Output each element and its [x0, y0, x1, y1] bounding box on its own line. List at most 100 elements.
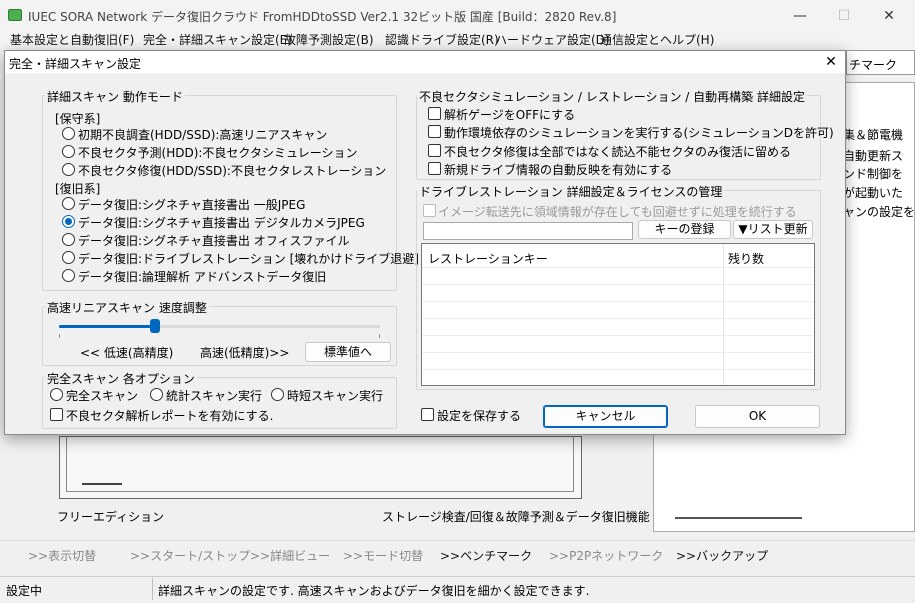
- radio-label[interactable]: データ復旧:論理解析 アドバンストデータ復旧: [78, 268, 326, 285]
- speed-slider-thumb[interactable]: [150, 319, 161, 333]
- function-label: ストレージ検査/回復＆故障予測＆データ復旧機能: [382, 510, 650, 524]
- speed-slider-fill: [59, 325, 156, 328]
- slider-tick: [379, 334, 380, 338]
- ok-button[interactable]: OK: [695, 405, 820, 428]
- edition-label: フリーエディション: [57, 510, 165, 524]
- slider-tick: [59, 334, 60, 338]
- simulation-group-title: 不良セクタシミュレーション / レストレーション / 自動再構築 詳細設定: [417, 88, 807, 105]
- menu-network-help[interactable]: 通信設定とヘルプ(H): [600, 31, 714, 48]
- menu-bar: 基本設定と自動復旧(F) 完全・詳細スキャン設定(E) 故障予測設定(B) 認識…: [0, 30, 915, 50]
- column-divider: [723, 244, 724, 385]
- nav-backup[interactable]: >>バックアップ: [676, 547, 768, 564]
- app-logo-icon: [8, 9, 22, 21]
- checkbox-label[interactable]: 不良セクタ修復は全部ではなく読込不能セクタのみ復活に留める: [444, 143, 791, 160]
- table-row-divider: [422, 352, 814, 353]
- radio-label[interactable]: 時短スキャン実行: [287, 387, 383, 404]
- speed-slow-label: << 低速(高精度): [80, 346, 174, 360]
- full-scan-group-title: 完全スキャン 各オプション: [45, 370, 197, 387]
- gauge-off-checkbox[interactable]: [428, 107, 441, 120]
- maximize-button[interactable]: ☐: [832, 6, 856, 26]
- radio-quick-scan[interactable]: [271, 388, 284, 401]
- speed-group-title: 高速リニアスキャン 速度調整: [45, 299, 209, 316]
- nav-display-toggle[interactable]: >>表示切替: [28, 547, 96, 564]
- checkbox-label[interactable]: 不良セクタ解析レポートを有効にする.: [66, 407, 273, 424]
- radio-recover-camera-jpeg[interactable]: [62, 215, 75, 228]
- cancel-button[interactable]: キャンセル: [543, 405, 668, 428]
- radio-bad-sector-repair[interactable]: [62, 163, 75, 176]
- window-close-button[interactable]: ✕: [877, 6, 901, 26]
- menu-scan-settings[interactable]: 完全・詳細スキャン設定(E): [143, 31, 292, 48]
- env-simulation-checkbox[interactable]: [428, 125, 441, 138]
- menu-hardware-settings[interactable]: ハードウェア設定(D): [495, 31, 610, 48]
- maintenance-heading: [保守系]: [55, 112, 101, 126]
- radio-statistical-scan[interactable]: [150, 388, 163, 401]
- license-key-input[interactable]: [423, 222, 633, 240]
- radio-recover-office-files[interactable]: [62, 233, 75, 246]
- drive-graph-frame: [66, 436, 574, 492]
- table-row-divider: [422, 267, 814, 268]
- background-info-line: ャンの設定を: [843, 205, 915, 219]
- save-settings-checkbox[interactable]: [421, 408, 434, 421]
- scan-mode-group-title: 詳細スキャン 動作モード: [45, 88, 185, 105]
- radio-label[interactable]: 統計スキャン実行: [166, 387, 262, 404]
- status-message: 詳細スキャンの設定です. 高速スキャンおよびデータ復旧を細かく設定できます.: [158, 584, 590, 598]
- radio-bad-sector-prediction[interactable]: [62, 145, 75, 158]
- app-title: IUEC SORA Network データ復旧クラウド FromHDDtoSSD…: [28, 10, 617, 24]
- radio-drive-restoration[interactable]: [62, 251, 75, 264]
- menu-basic-settings[interactable]: 基本設定と自動復旧(F): [10, 31, 134, 48]
- dialog-title: 完全・詳細スキャン設定: [9, 57, 142, 71]
- table-row-divider: [422, 369, 814, 370]
- background-info-line: 集＆節電機: [843, 128, 904, 142]
- background-info-line: ンド制御を: [843, 167, 904, 181]
- bad-sector-report-checkbox[interactable]: [50, 408, 63, 421]
- radio-label[interactable]: 初期不良調査(HDD/SSD):高速リニアスキャン: [78, 126, 327, 143]
- unreadable-only-checkbox[interactable]: [428, 144, 441, 157]
- radio-initial-defect-scan[interactable]: [62, 127, 75, 140]
- graph-marker: [82, 483, 122, 485]
- table-row-divider: [422, 301, 814, 302]
- nav-benchmark[interactable]: >>ベンチマーク: [440, 547, 532, 564]
- nav-mode-toggle[interactable]: >>モード切替: [343, 547, 423, 564]
- checkbox-label[interactable]: 解析ゲージをOFFにする: [444, 106, 575, 123]
- table-row-divider: [422, 284, 814, 285]
- nav-p2p-network[interactable]: >>P2Pネットワーク: [549, 547, 663, 564]
- background-info-line: 自動更新ス: [843, 149, 904, 163]
- menu-drive-settings[interactable]: 認識ドライブ設定(R): [385, 31, 499, 48]
- status-divider: [152, 578, 153, 600]
- radio-full-scan[interactable]: [50, 388, 63, 401]
- checkbox-label[interactable]: 設定を保存する: [437, 407, 521, 424]
- recovery-heading: [復旧系]: [55, 182, 101, 196]
- radio-logical-analysis[interactable]: [62, 269, 75, 282]
- checkbox-label[interactable]: 動作環境依存のシミュレーションを実行する(シミュレーションDを許可): [444, 124, 834, 141]
- column-header-key[interactable]: レストレーションキー: [428, 250, 548, 267]
- license-group-title: ドライブレストレーション 詳細設定＆ライセンスの管理: [417, 183, 725, 200]
- status-state: 設定中: [6, 584, 43, 598]
- radio-label[interactable]: データ復旧:ドライブレストレーション [壊れかけドライブ退避]: [78, 250, 419, 267]
- background-info-line: が起動いた: [843, 186, 904, 200]
- minimize-button[interactable]: —: [788, 6, 812, 26]
- radio-label[interactable]: 完全スキャン: [66, 387, 138, 404]
- nav-start-stop[interactable]: >>スタート/ストップ: [130, 547, 250, 564]
- default-speed-button[interactable]: 標準値へ: [305, 342, 391, 362]
- radio-recover-general-jpeg[interactable]: [62, 197, 75, 210]
- table-row-divider: [422, 335, 814, 336]
- continue-transfer-checkbox[interactable]: [423, 204, 436, 217]
- refresh-list-button[interactable]: ▼リスト更新: [733, 220, 813, 239]
- dialog-close-button[interactable]: ✕: [822, 53, 840, 71]
- radio-label[interactable]: データ復旧:シグネチャ直接書出 一般JPEG: [78, 196, 305, 213]
- menu-failure-prediction[interactable]: 故障予測設定(B): [284, 31, 374, 48]
- radio-label[interactable]: 不良セクタ修復(HDD/SSD):不良セクタレストレーション: [78, 162, 386, 179]
- column-header-remaining[interactable]: 残り数: [728, 250, 764, 267]
- register-key-button[interactable]: キーの登録: [638, 220, 731, 239]
- table-row-divider: [422, 318, 814, 319]
- radio-label[interactable]: データ復旧:シグネチャ直接書出 オフィスファイル: [78, 232, 350, 249]
- checkbox-label: イメージ転送先に領域情報が存在しても回避せずに処理を続行する: [438, 205, 797, 219]
- nav-detail-view[interactable]: >>詳細ビュー: [250, 547, 330, 564]
- radio-label[interactable]: データ復旧:シグネチャ直接書出 デジタルカメラJPEG: [78, 214, 365, 231]
- radio-label[interactable]: 不良セクタ予測(HDD):不良セクタシミュレーション: [78, 144, 357, 161]
- background-tab[interactable]: チマーク: [846, 50, 915, 75]
- auto-apply-drive-checkbox[interactable]: [428, 162, 441, 175]
- panel-scroll-indicator: [675, 517, 802, 519]
- speed-fast-label: 高速(低精度)>>: [200, 346, 290, 360]
- checkbox-label[interactable]: 新規ドライブ情報の自動反映を有効にする: [444, 161, 672, 178]
